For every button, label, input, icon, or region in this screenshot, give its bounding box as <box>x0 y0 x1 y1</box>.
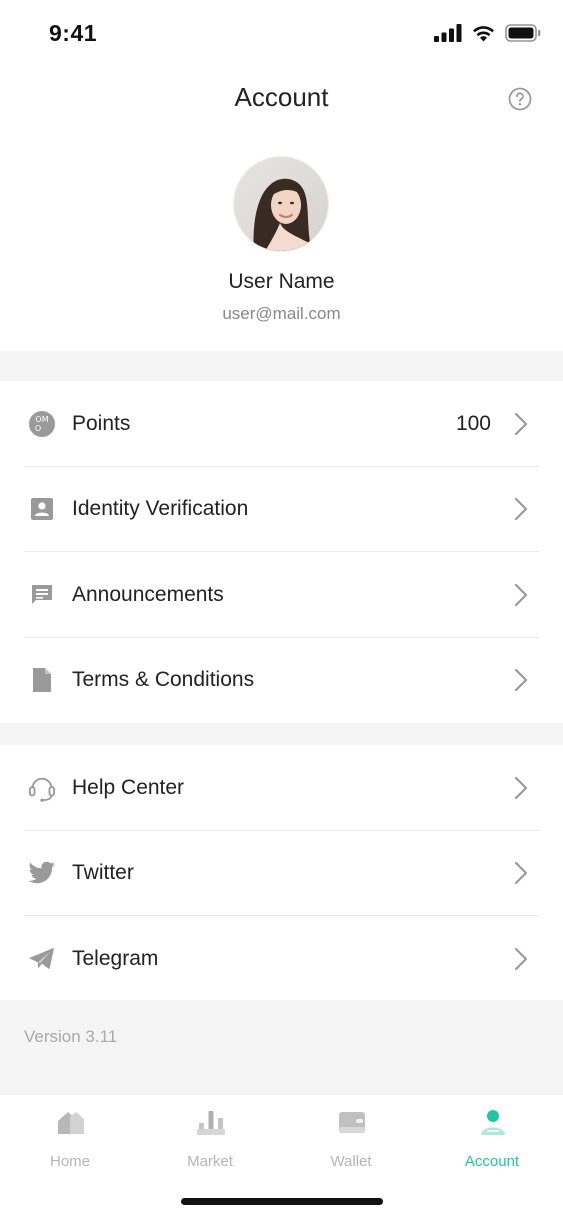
headset-icon <box>28 774 56 802</box>
twitter-icon <box>28 859 56 887</box>
menu-group-account: OM O Points 100 Identity Verification An… <box>0 381 563 723</box>
avatar-portrait-image <box>234 157 328 251</box>
chevron-right-icon <box>514 583 528 606</box>
message-icon <box>28 581 56 609</box>
menu-item-identity-verification[interactable]: Identity Verification <box>0 467 563 552</box>
chevron-right-icon <box>514 412 528 435</box>
version-area: Version 3.11 <box>0 1000 563 1094</box>
app-version: Version 3.11 <box>24 1027 118 1046</box>
telegram-icon <box>28 945 56 973</box>
menu-group-support: Help Center Twitter Telegram <box>0 745 563 1002</box>
profile-section: User Name user@mail.com <box>0 150 563 350</box>
menu-item-label: Points <box>72 411 131 435</box>
tab-label: Account <box>464 1153 520 1170</box>
tab-label: Home <box>49 1153 90 1170</box>
points-coin-icon: OM O <box>28 410 56 438</box>
status-bar: 9:41 <box>0 0 563 68</box>
menu-item-points[interactable]: OM O Points 100 <box>0 381 563 467</box>
menu-item-label: Identity Verification <box>72 497 249 521</box>
chevron-right-icon <box>514 669 528 692</box>
menu-item-label: Telegram <box>72 946 159 970</box>
chevron-right-icon <box>514 776 528 799</box>
menu-item-announcements[interactable]: Announcements <box>0 552 563 638</box>
menu-item-terms-conditions[interactable]: Terms & Conditions <box>0 638 563 724</box>
cellular-signal-icon <box>434 24 462 42</box>
menu-item-label: Announcements <box>72 582 224 606</box>
menu-item-label: Terms & Conditions <box>72 668 255 692</box>
tab-account[interactable]: Account <box>422 1105 562 1175</box>
wallet-icon <box>339 1112 365 1133</box>
tab-home[interactable]: Home <box>0 1105 140 1175</box>
id-card-icon <box>28 495 56 523</box>
svg-text:OM: OM <box>35 415 48 424</box>
avatar[interactable] <box>233 156 329 252</box>
section-spacer <box>0 351 563 381</box>
account-icon <box>481 1110 505 1135</box>
chevron-right-icon <box>514 498 528 521</box>
points-value: 100 <box>455 411 491 435</box>
help-question-icon[interactable] <box>508 87 532 111</box>
menu-item-label: Help Center <box>72 775 185 799</box>
tab-market[interactable]: Market <box>140 1105 280 1175</box>
menu-item-help-center[interactable]: Help Center <box>0 745 563 831</box>
tab-label: Wallet <box>330 1153 372 1170</box>
menu-item-label: Twitter <box>72 861 134 885</box>
user-name: User Name <box>228 270 335 293</box>
tab-label: Market <box>187 1153 233 1170</box>
wifi-icon <box>473 26 494 42</box>
document-icon <box>28 666 56 694</box>
tab-wallet[interactable]: Wallet <box>281 1105 421 1175</box>
home-icon <box>58 1112 84 1134</box>
svg-text:O: O <box>35 424 41 433</box>
chevron-right-icon <box>514 862 528 885</box>
menu-item-telegram[interactable]: Telegram <box>0 916 563 1002</box>
section-spacer <box>0 723 563 746</box>
home-indicator <box>181 1198 383 1205</box>
battery-icon <box>505 24 541 42</box>
status-time: 9:41 <box>49 20 98 46</box>
chevron-right-icon <box>514 947 528 970</box>
page-title: Account <box>234 82 329 112</box>
market-icon <box>197 1111 225 1135</box>
navigation-bar: Account <box>0 68 563 130</box>
user-email: user@mail.com <box>222 304 341 323</box>
status-icons <box>434 24 541 42</box>
menu-item-twitter[interactable]: Twitter <box>0 831 563 916</box>
